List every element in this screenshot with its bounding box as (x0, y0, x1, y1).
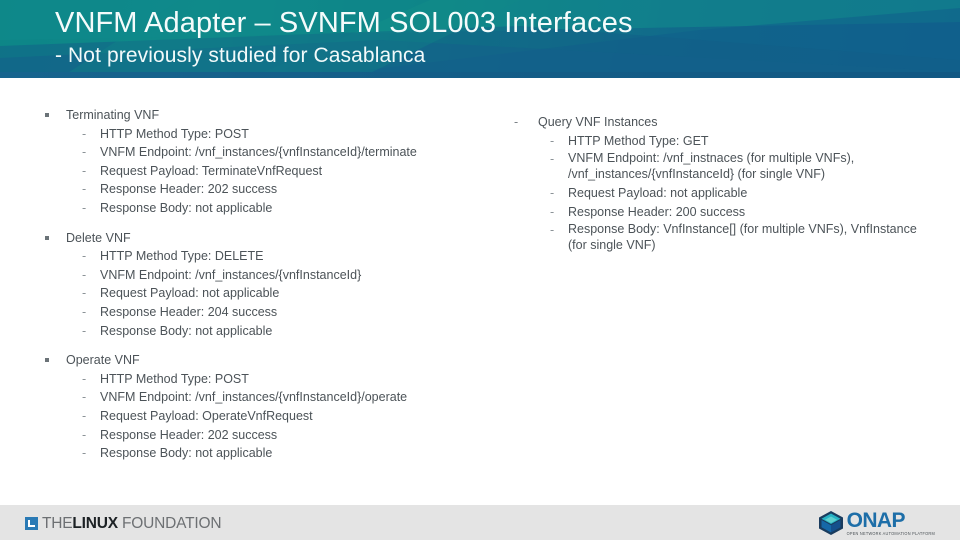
bullet-group: Delete VNF - HTTP Method Type: DELETE - … (38, 229, 498, 341)
bullet-item-label-line1: Response Body: VnfInstance[] (for multip… (568, 222, 917, 237)
page-subtitle: - Not previously studied for Casablanca (55, 44, 426, 67)
dash-bullet-icon: - (550, 204, 555, 219)
linux-foundation-mark-icon (25, 516, 38, 530)
linux-foundation-logo: THELINUX FOUNDATION (25, 514, 222, 532)
bullet-item-label: Request Payload: not applicable (100, 286, 280, 301)
bullet-heading: Operate VNF (38, 351, 498, 370)
dash-bullet-icon: - (550, 133, 555, 148)
onap-cube-icon (818, 511, 843, 535)
dash-bullet-icon: - (514, 115, 519, 129)
slide-header-banner: VNFM Adapter – SVNFM SOL003 Interfaces -… (0, 0, 960, 78)
bullet-item: - Response Header: 202 success (38, 426, 498, 445)
bullet-item-label: Response Body: not applicable (100, 200, 273, 215)
square-bullet-icon (45, 113, 49, 117)
dash-bullet-icon: - (82, 371, 87, 386)
bullet-item-label: VNFM Endpoint: /vnf_instances/{vnfInstan… (100, 267, 362, 282)
onap-text-block: ONAP OPEN NETWORK AUTOMATION PLATFORM (847, 510, 935, 537)
bullet-item: - Response Header: 200 success (508, 203, 948, 222)
slide: VNFM Adapter – SVNFM SOL003 Interfaces -… (0, 0, 960, 540)
bullet-item: - VNFM Endpoint: /vnf_instances/{vnfInst… (38, 266, 498, 285)
right-content-column: - Query VNF Instances - HTTP Method Type… (508, 113, 948, 255)
left-content-column: Terminating VNF - HTTP Method Type: POST… (38, 106, 498, 463)
bullet-item: - Response Body: VnfInstance[] (for mult… (508, 221, 948, 255)
lf-foundation-text: FOUNDATION (117, 514, 222, 532)
bullet-item: - VNFM Endpoint: /vnf_instances/{vnfInst… (38, 388, 498, 407)
bullet-heading: Delete VNF (38, 229, 498, 248)
bullet-heading-label: Terminating VNF (66, 108, 160, 122)
bullet-item-label: HTTP Method Type: GET (568, 133, 709, 148)
dash-bullet-icon: - (82, 200, 87, 215)
dash-bullet-icon: - (82, 408, 87, 423)
bullet-item-label: Response Body: not applicable (100, 446, 273, 461)
bullet-group: Terminating VNF - HTTP Method Type: POST… (38, 106, 498, 218)
bullet-item: - Response Header: 202 success (38, 180, 498, 199)
dash-bullet-icon: - (82, 249, 87, 264)
bullet-heading-label: Query VNF Instances (538, 115, 658, 129)
bullet-item: - Response Body: not applicable (38, 444, 498, 463)
bullet-item-label: Request Payload: not applicable (568, 186, 748, 201)
bullet-heading-label: Delete VNF (66, 230, 131, 245)
bullet-item: - HTTP Method Type: POST (38, 125, 498, 144)
bullet-item-label: Response Body: not applicable (100, 323, 273, 338)
bullet-item: - HTTP Method Type: GET (508, 132, 948, 151)
square-bullet-icon (45, 235, 49, 240)
bullet-item-label: Response Header: 202 success (100, 427, 278, 442)
bullet-item: - VNFM Endpoint: /vnf_instnaces (for mul… (508, 150, 948, 184)
dash-bullet-icon: - (82, 163, 87, 178)
bullet-group: - Query VNF Instances - HTTP Method Type… (508, 113, 948, 255)
bullet-item-label: VNFM Endpoint: /vnf_instances/{vnfInstan… (100, 390, 408, 405)
bullet-item-label: VNFM Endpoint: /vnf_instances/{vnfInstan… (100, 145, 417, 160)
bullet-group: Operate VNF - HTTP Method Type: POST - V… (38, 351, 498, 463)
dash-bullet-icon: - (82, 286, 87, 301)
square-bullet-icon (45, 358, 49, 363)
dash-bullet-icon: - (82, 145, 87, 160)
dash-bullet-icon: - (550, 223, 555, 238)
lf-linux-text: LINUX (72, 514, 118, 532)
bullet-item: - Response Header: 204 success (38, 303, 498, 322)
lf-the-text: THE (42, 514, 73, 532)
bullet-item-label: Request Payload: TerminateVnfRequest (100, 163, 323, 178)
slide-footer: THELINUX FOUNDATION ONAP OPEN NETWORK AU… (0, 505, 960, 540)
dash-bullet-icon: - (82, 304, 87, 319)
dash-bullet-icon: - (82, 323, 87, 338)
bullet-item: - Request Payload: not applicable (38, 284, 498, 303)
bullet-item: - Response Body: not applicable (38, 322, 498, 341)
bullet-heading: - Query VNF Instances (508, 113, 948, 132)
dash-bullet-icon: - (82, 126, 87, 141)
bullet-item: - HTTP Method Type: POST (38, 370, 498, 389)
dash-bullet-icon: - (82, 427, 87, 442)
bullet-item-label-line2: (for single VNF) (568, 237, 656, 252)
header-bottom-band (0, 72, 960, 78)
page-title: VNFM Adapter – SVNFM SOL003 Interfaces (55, 7, 633, 39)
bullet-item-label: Response Header: 204 success (100, 304, 278, 319)
dash-bullet-icon: - (82, 267, 87, 282)
dash-bullet-icon: - (550, 186, 555, 201)
bullet-item-label: HTTP Method Type: POST (100, 126, 249, 141)
bullet-item: - Request Payload: TerminateVnfRequest (38, 162, 498, 181)
dash-bullet-icon: - (82, 182, 87, 197)
bullet-item-label: HTTP Method Type: DELETE (100, 249, 264, 264)
dash-bullet-icon: - (82, 390, 87, 405)
bullet-item-label: Response Header: 202 success (100, 182, 278, 197)
onap-wordmark: ONAP (846, 509, 906, 532)
bullet-heading-label: Operate VNF (66, 353, 140, 368)
bullet-item-label-line2: /vnf_instances/{vnfInstanceId} (for sing… (568, 166, 826, 181)
bullet-item: - Request Payload: OperateVnfRequest (38, 407, 498, 426)
bullet-item: - Response Body: not applicable (38, 199, 498, 218)
linux-foundation-wordmark: THELINUX FOUNDATION (42, 514, 222, 532)
bullet-item: - VNFM Endpoint: /vnf_instances/{vnfInst… (38, 143, 498, 162)
bullet-heading: Terminating VNF (38, 106, 498, 125)
onap-tagline: OPEN NETWORK AUTOMATION PLATFORM (846, 531, 935, 537)
bullet-item-label: Request Payload: OperateVnfRequest (100, 408, 313, 423)
bullet-item-label: HTTP Method Type: POST (100, 371, 249, 386)
dash-bullet-icon: - (550, 152, 555, 167)
bullet-item: - Request Payload: not applicable (508, 184, 948, 203)
onap-logo: ONAP OPEN NETWORK AUTOMATION PLATFORM (818, 510, 935, 536)
bullet-item-label-line1: VNFM Endpoint: /vnf_instnaces (for multi… (568, 151, 855, 166)
dash-bullet-icon: - (82, 446, 87, 461)
header-text-block: VNFM Adapter – SVNFM SOL003 Interfaces -… (55, 4, 925, 70)
bullet-item: - HTTP Method Type: DELETE (38, 247, 498, 266)
bullet-item-label: Response Header: 200 success (568, 204, 746, 219)
